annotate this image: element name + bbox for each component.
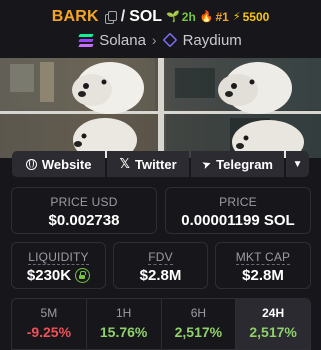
price-usd-label: PRICE USD [50,195,118,209]
pair-age-value: 2h [181,10,196,24]
liquidity-card: LIQUIDITY $230K [11,242,106,289]
raydium-logo-icon [163,33,177,47]
trending-rank-value: #1 [215,10,229,24]
fdv-card: FDV $2.8M [113,242,208,289]
change-value: 15.76% [99,324,148,340]
banner-illustration [0,58,321,158]
change-period: 24H [262,306,285,320]
twitter-button[interactable]: 𝕏 Twitter [107,151,189,177]
change-period: 1H [115,306,132,320]
change-tab-1h[interactable]: 1H 15.76% [87,299,162,349]
telegram-button[interactable]: ➤ Telegram [190,151,285,177]
chain-dex-breadcrumb: Solana › Raydium [0,29,321,51]
change-period: 5M [40,306,58,320]
social-links-bar: Website 𝕏 Twitter ➤ Telegram ▼ [12,151,309,177]
change-tab-5m[interactable]: 5M -9.25% [12,299,87,349]
market-cap-label-text[interactable]: MKT CAP [235,250,291,265]
website-label: Website [41,156,92,172]
telegram-label: Telegram [216,156,273,172]
market-cap-card: MKT CAP $2.8M [215,242,311,289]
globe-icon [25,158,37,170]
lock-icon[interactable] [75,268,91,283]
price-usd-value: $0.002738 [48,212,120,229]
base-token-symbol: BARK [51,8,99,25]
telegram-plane-icon: ➤ [200,157,214,172]
seedling-icon: 🌱 [166,10,180,23]
copy-icon[interactable] [104,11,117,24]
x-logo-icon: 𝕏 [119,156,130,171]
fdv-label: FDV [114,250,207,265]
solana-logo-icon [78,33,94,47]
liquidity-label-text[interactable]: LIQUIDITY [28,250,89,265]
pair-age-badge: 🌱 2h [166,10,196,24]
market-cap-label: MKT CAP [216,250,310,265]
dex-name[interactable]: Raydium [183,32,242,49]
liquidity-value: $230K [26,267,72,284]
liquidity-value-row: $230K [12,267,105,284]
boost-value: 5500 [242,10,270,24]
chain-name[interactable]: Solana [99,32,146,49]
twitter-label: Twitter [134,156,177,172]
more-links-button[interactable]: ▼ [286,151,309,177]
change-value: 2,517% [249,324,297,340]
fdv-label-text[interactable]: FDV [148,250,173,265]
quote-token-symbol: SOL [129,8,163,25]
chevron-down-icon: ▼ [292,158,303,170]
trending-rank-badge: 🔥 #1 [200,10,229,24]
price-native-value: 0.00001199 SOL [181,212,295,229]
liquidity-label: LIQUIDITY [12,250,105,265]
change-tab-24h[interactable]: 24H 2,517% [236,299,310,349]
change-period: 6H [190,306,207,320]
change-value: -9.25% [26,324,72,340]
lightning-icon: ⚡ [232,10,241,23]
website-button[interactable]: Website [12,151,106,177]
change-value: 2,517% [174,324,223,340]
token-banner-image [0,58,321,158]
pair-title-row: BARK / SOL 🌱 2h 🔥 #1 ⚡ 5500 [0,6,321,28]
flame-icon: 🔥 [199,10,214,23]
market-cap-value: $2.8M [242,267,284,284]
chevron-right-icon: › [151,32,157,48]
price-native-card: PRICE 0.00001199 SOL [165,187,311,234]
boost-badge[interactable]: ⚡ 5500 [233,10,269,24]
price-usd-card: PRICE USD $0.002738 [11,187,157,234]
pair-separator: / [120,8,126,25]
price-native-label: PRICE [219,195,257,209]
fdv-value: $2.8M [139,267,182,284]
price-change-tabs: 5M -9.25% 1H 15.76% 6H 2,517% 24H 2,517% [11,298,311,350]
change-tab-6h[interactable]: 6H 2,517% [162,299,237,349]
